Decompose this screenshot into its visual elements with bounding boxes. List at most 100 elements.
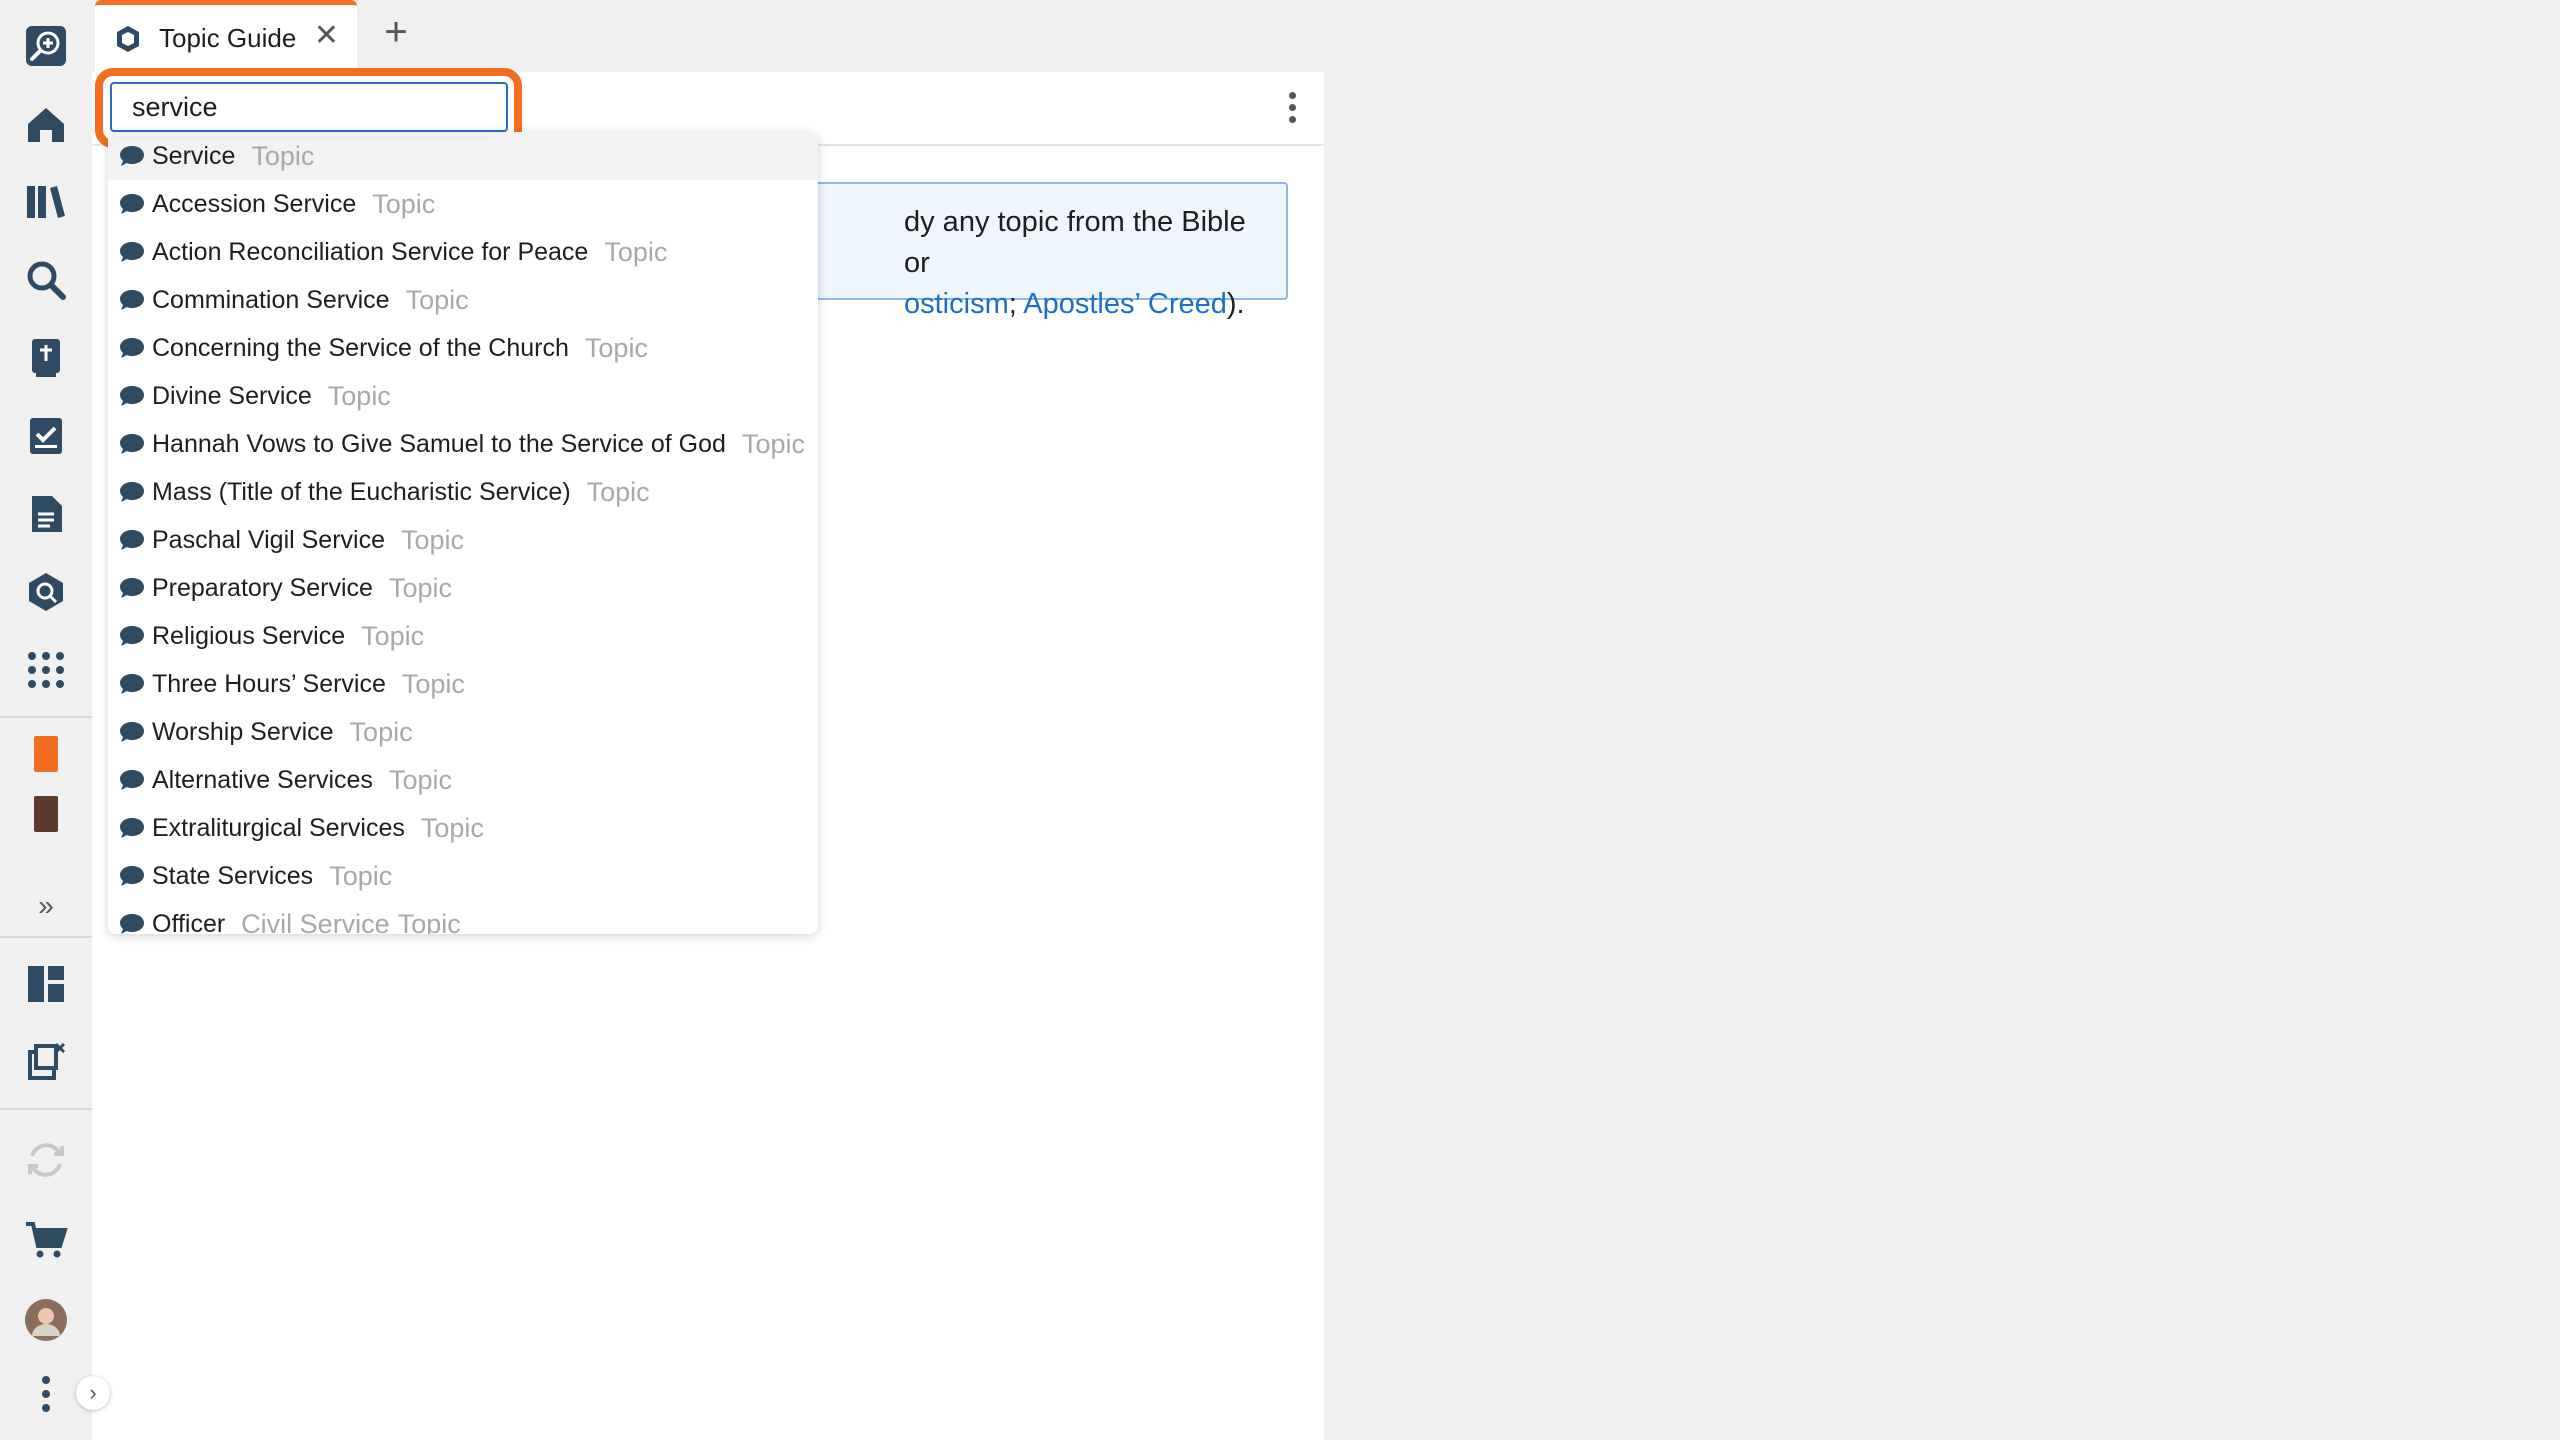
dropdown-item-type: Topic [400, 524, 465, 555]
apps-icon[interactable] [20, 644, 72, 696]
dropdown-item-label: State Services [152, 861, 314, 890]
avatar[interactable] [20, 1294, 72, 1346]
dropdown-item-label: Accession Service [152, 189, 357, 218]
dropdown-item[interactable]: Commination Service Topic [108, 276, 818, 324]
rail-divider [0, 1108, 92, 1110]
info-link-gnosticism[interactable]: osticism [904, 288, 1009, 320]
topic-guide-icon [117, 25, 139, 52]
dropdown-item-label: Concerning the Service of the Church [152, 333, 569, 362]
dropdown-item-type: Topic [251, 140, 315, 171]
topic-bubble-icon [120, 434, 144, 454]
recent-book-1[interactable] [34, 736, 58, 772]
dropdown-item[interactable]: Divine Service Topic [108, 372, 818, 420]
layouts-icon[interactable] [20, 958, 72, 1010]
dropdown-item-type: Topic [397, 908, 461, 935]
dropdown-item[interactable]: Alternative Services Topic [108, 756, 818, 804]
bible-icon[interactable] [20, 332, 72, 384]
dropdown-item[interactable]: Three Hours’ Service Topic [108, 660, 818, 708]
dropdown-item-type: Topic [388, 764, 452, 795]
menu-icon[interactable] [20, 1368, 72, 1420]
dropdown-item-label: Religious Service [152, 621, 346, 650]
dropdown-item-context: Civil Service [241, 908, 390, 935]
topic-search-input[interactable] [110, 82, 508, 132]
topic-bubble-icon [120, 530, 144, 550]
dropdown-item-label: Action Reconciliation Service for Peace [152, 237, 589, 266]
factbook-icon[interactable] [20, 566, 72, 618]
topic-bubble-icon [120, 914, 144, 934]
document-icon[interactable] [20, 488, 72, 540]
dropdown-item[interactable]: Worship Service Topic [108, 708, 818, 756]
dropdown-item[interactable]: Extraliturgical Services Topic [108, 804, 818, 852]
tab-close-button[interactable]: ✕ [314, 21, 339, 51]
dropdown-item[interactable]: Concerning the Service of the Church Topi… [108, 324, 818, 372]
dropdown-item-type: Topic [372, 188, 436, 219]
tab-topic-guide[interactable]: Topic Guide ✕ [95, 0, 357, 72]
dropdown-item-label: Hannah Vows to Give Samuel to the Servic… [152, 429, 726, 458]
dropdown-item[interactable]: Action Reconciliation Service for Peace T… [108, 228, 818, 276]
left-rail: » [0, 0, 92, 1440]
dropdown-item-type: Topic [584, 332, 648, 363]
dropdown-item-label: Three Hours’ Service [152, 669, 386, 698]
dropdown-item[interactable]: Paschal Vigil Service Topic [108, 516, 818, 564]
sync-icon[interactable] [20, 1134, 72, 1186]
info-line-2: osticism; Apostles’ Creed). [904, 288, 1245, 320]
recent-book-2[interactable] [34, 796, 58, 832]
dropdown-item[interactable]: State Services Topic [108, 852, 818, 900]
logos-search-icon[interactable] [20, 20, 72, 72]
dropdown-item-type: Topic [349, 716, 413, 747]
dropdown-item-type: Topic [604, 236, 668, 267]
dropdown-item-label: Paschal Vigil Service [152, 525, 385, 554]
topic-bubble-icon [120, 770, 144, 790]
dropdown-item-type: Topic [361, 620, 425, 651]
topic-bubble-icon [120, 578, 144, 598]
dropdown-item-label: Divine Service [152, 381, 312, 410]
autocomplete-dropdown: Service Topic Accession Service Topic Action… [108, 132, 818, 934]
dropdown-item-label: Alternative Services [152, 765, 373, 794]
dropdown-item-label: Service [152, 141, 236, 170]
topic-bubble-icon [120, 242, 144, 262]
dropdown-item-label: Officer [152, 909, 226, 935]
tab-title: Topic Guide [159, 23, 297, 53]
dropdown-item[interactable]: Religious Service Topic [108, 612, 818, 660]
topic-bubble-icon [120, 194, 144, 214]
home-icon[interactable] [20, 98, 72, 150]
topic-bubble-icon [120, 482, 144, 502]
topic-bubble-icon [120, 866, 144, 886]
dropdown-item-type: Topic [327, 380, 391, 411]
info-line-1: dy any topic from the Bible or [904, 206, 1246, 279]
dropdown-item[interactable]: Preparatory Service Topic [108, 564, 818, 612]
dropdown-item-type: Topic [405, 284, 469, 315]
checklist-icon[interactable] [20, 410, 72, 462]
topic-bubble-icon [120, 818, 144, 838]
dropdown-item[interactable]: Service Topic [108, 132, 818, 180]
dropdown-item-label: Mass (Title of the Eucharistic Service) [152, 477, 571, 506]
dropdown-item[interactable]: Accession Service Topic [108, 180, 818, 228]
dropdown-item-type: Topic [388, 572, 452, 603]
search-icon[interactable] [20, 254, 72, 306]
topic-bubble-icon [120, 338, 144, 358]
dropdown-item-type: Topic [329, 860, 393, 891]
collapse-rail-button[interactable]: › [76, 1376, 110, 1410]
dropdown-item-label: Commination Service [152, 285, 390, 314]
dropdown-item[interactable]: Hannah Vows to Give Samuel to the Servic… [108, 420, 818, 468]
dropdown-item-label: Preparatory Service [152, 573, 373, 602]
info-link-apostles-creed[interactable]: Apostles’ Creed [1023, 288, 1227, 320]
dropdown-item-label: Extraliturgical Services [152, 813, 405, 842]
dropdown-item-label: Worship Service [152, 717, 334, 746]
dropdown-item-type: Topic [586, 476, 650, 507]
cart-icon[interactable] [20, 1214, 72, 1266]
rail-divider [0, 936, 92, 938]
topic-bubble-icon [120, 626, 144, 646]
dropdown-item[interactable]: Mass (Title of the Eucharistic Service) T… [108, 468, 818, 516]
topic-bubble-icon [120, 146, 144, 166]
dropdown-item-type: Topic [420, 812, 484, 843]
panel-menu-icon[interactable] [1286, 92, 1298, 126]
close-panels-icon[interactable] [20, 1036, 72, 1088]
topic-bubble-icon [120, 674, 144, 694]
dropdown-item-type: Topic [401, 668, 465, 699]
add-tab-button[interactable]: + [378, 12, 414, 52]
more-rail-icon[interactable]: » [20, 880, 72, 932]
dropdown-item[interactable]: Officer Civil Service Topic [108, 900, 818, 934]
rail-divider [0, 716, 92, 718]
library-icon[interactable] [20, 176, 72, 228]
